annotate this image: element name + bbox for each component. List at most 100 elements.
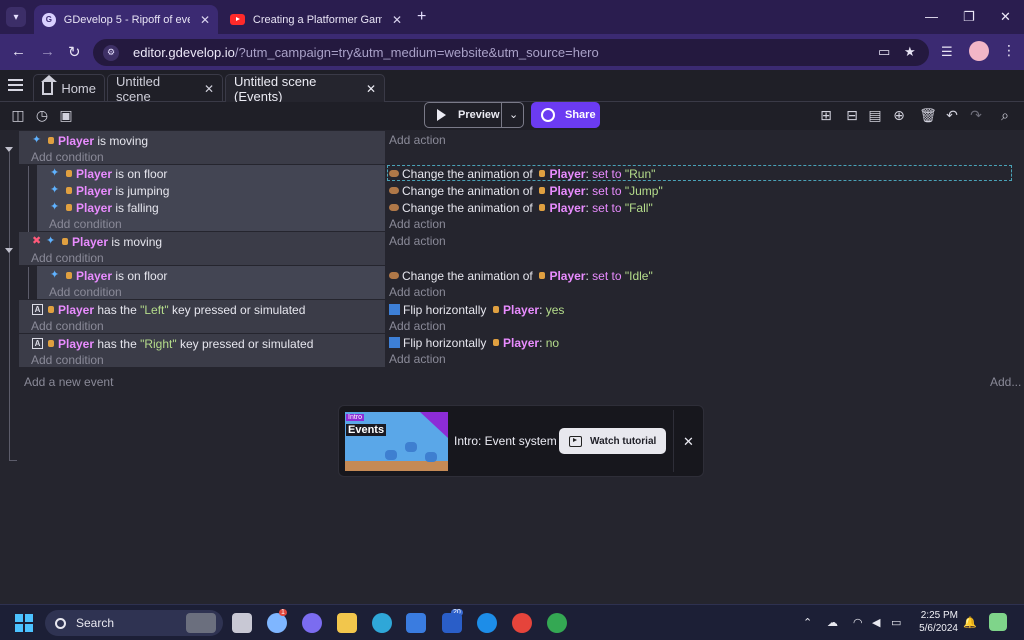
tab-untitled-scene-events[interactable]: Untitled scene (Events) ✕ <box>225 74 385 104</box>
history-icon[interactable]: ◷ <box>34 107 50 123</box>
gdevelop-favicon-icon: G <box>42 12 56 27</box>
windows-start-icon[interactable] <box>15 614 33 632</box>
close-icon[interactable]: ✕ <box>683 434 694 450</box>
copilot-icon[interactable] <box>989 613 1007 631</box>
add-more-button[interactable]: Add... <box>990 373 1021 390</box>
chrome-icon[interactable] <box>512 613 532 633</box>
condition-right-key-pressed[interactable]: A Player has the "Right" key pressed or … <box>32 335 313 352</box>
forward-arrow-icon[interactable]: → <box>40 43 55 60</box>
condition-left-key-pressed[interactable]: A Player has the "Left" key pressed or s… <box>32 301 305 318</box>
profile-avatar[interactable] <box>969 41 989 61</box>
add-action-link[interactable]: Add action <box>389 215 446 232</box>
weather-icon[interactable] <box>267 613 287 633</box>
add-action-link[interactable]: Add action <box>389 317 446 334</box>
add-new-event-link[interactable]: Add a new event <box>24 373 113 390</box>
notification-bell-icon[interactable]: 🔔 <box>963 616 977 629</box>
condition-player-on-floor[interactable]: ✦ Player is on floor <box>50 267 167 284</box>
player-sprite-icon <box>539 272 546 279</box>
flip-icon <box>389 337 400 348</box>
alexa-icon[interactable] <box>477 613 497 633</box>
condition-player-is-moving[interactable]: ✦ Player is moving <box>32 132 148 149</box>
calendar-app-icon[interactable] <box>442 613 462 633</box>
add-condition-link[interactable]: Add condition <box>31 351 104 368</box>
delete-icon[interactable]: 🗑 <box>919 107 937 123</box>
redo-icon[interactable]: ↷ <box>968 107 984 123</box>
action-flip-yes[interactable]: Flip horizontally Player: yes <box>389 301 564 318</box>
browser-tab-strip: ▾ G GDevelop 5 - Ripoff of every ga ✕ Cr… <box>0 0 1024 34</box>
battery-icon[interactable]: ▭ <box>891 616 901 629</box>
collapse-arrow-icon[interactable] <box>5 248 13 253</box>
chevron-down-icon[interactable]: ⌄ <box>509 108 518 121</box>
animation-icon <box>389 272 399 279</box>
wifi-icon[interactable]: ◠ <box>853 616 863 629</box>
chat-icon[interactable] <box>302 613 322 633</box>
share-button[interactable]: Share <box>531 102 600 128</box>
watch-tutorial-button[interactable]: Watch tutorial <box>559 428 666 454</box>
minimize-icon[interactable]: — <box>925 9 938 24</box>
add-action-link[interactable]: Add action <box>389 283 446 300</box>
add-condition-link[interactable]: Add condition <box>31 249 104 266</box>
action-animation-run[interactable]: Change the animation of Player: set to "… <box>389 165 655 182</box>
close-icon[interactable]: ✕ <box>1000 9 1011 25</box>
action-animation-idle[interactable]: Change the animation of Player: set to "… <box>389 267 653 284</box>
save-icon[interactable]: ▣ <box>58 107 74 123</box>
new-tab-icon[interactable]: + <box>417 8 426 26</box>
condition-player-on-floor[interactable]: ✦ Player is on floor <box>50 165 167 182</box>
condition-player-not-moving[interactable]: ✖ ✦ Player is moving <box>32 233 162 250</box>
add-plus-icon[interactable]: ⊕ <box>891 107 907 123</box>
action-animation-jump[interactable]: Change the animation of Player: set to "… <box>389 182 663 199</box>
maximize-icon[interactable]: ❐ <box>963 9 975 25</box>
project-manager-icon[interactable]: ◫ <box>10 107 26 123</box>
platformer-behavior-icon: ✦ <box>50 184 60 196</box>
tray-overflow-icon[interactable]: ⌃ <box>803 616 812 629</box>
add-comment-icon[interactable]: ▤ <box>867 107 883 123</box>
back-arrow-icon[interactable]: ← <box>11 43 26 60</box>
task-view-icon[interactable] <box>232 613 252 633</box>
youtube-favicon-icon <box>230 14 245 25</box>
add-sub-event-icon[interactable]: ⊟ <box>844 107 860 123</box>
tutorial-toast: Intro Events Intro: Event system Watch t… <box>338 405 704 477</box>
add-event-icon[interactable]: ⊞ <box>818 107 834 123</box>
condition-player-falling[interactable]: ✦ Player is falling <box>50 199 159 216</box>
add-condition-link[interactable]: Add condition <box>31 317 104 334</box>
add-action-link[interactable]: Add action <box>389 350 446 367</box>
undo-icon[interactable]: ↶ <box>944 107 960 123</box>
chrome-profile-icon[interactable] <box>547 613 567 633</box>
volume-icon[interactable]: ◀ <box>872 616 880 629</box>
file-explorer-icon[interactable] <box>337 613 357 633</box>
taskbar-clock[interactable]: 2:25 PM 5/6/2024 <box>918 609 958 635</box>
close-tab-icon[interactable]: ✕ <box>204 82 214 96</box>
onedrive-icon[interactable]: ☁ <box>827 616 838 629</box>
cast-icon[interactable]: ▭ <box>878 44 890 60</box>
collapse-arrow-icon[interactable] <box>5 147 13 152</box>
preview-button[interactable]: Preview ⌄ <box>424 102 524 128</box>
reload-icon[interactable]: ↻ <box>68 43 81 61</box>
site-info-icon[interactable]: ⚙ <box>103 44 119 61</box>
tab-search-icon[interactable]: ▾ <box>6 7 26 27</box>
play-video-icon <box>569 435 582 447</box>
close-tab-icon[interactable]: ✕ <box>366 82 376 96</box>
kebab-menu-icon[interactable]: ⋮ <box>1002 42 1016 59</box>
action-flip-no[interactable]: Flip horizontally Player: no <box>389 334 559 351</box>
close-tab-icon[interactable]: ✕ <box>392 13 402 27</box>
browser-tab-youtube[interactable]: Creating a Platformer Game Wi ✕ <box>222 5 410 34</box>
store-icon[interactable] <box>406 613 426 633</box>
edge-icon[interactable] <box>372 613 392 633</box>
close-tab-icon[interactable]: ✕ <box>200 13 210 27</box>
tab-home[interactable]: Home <box>33 74 105 102</box>
address-bar[interactable]: ⚙ editor.gdevelop.io/?utm_campaign=try&u… <box>93 39 929 66</box>
search-icon[interactable]: ⌕ <box>997 107 1013 123</box>
browser-tab-gdevelop[interactable]: G GDevelop 5 - Ripoff of every ga ✕ <box>34 5 218 34</box>
add-action-link[interactable]: Add action <box>389 131 446 148</box>
add-condition-link[interactable]: Add condition <box>49 215 122 232</box>
reading-list-icon[interactable]: ☰ <box>941 44 953 60</box>
add-condition-link[interactable]: Add condition <box>31 148 104 165</box>
tab-untitled-scene[interactable]: Untitled scene ✕ <box>107 74 223 104</box>
action-animation-fall[interactable]: Change the animation of Player: set to "… <box>389 199 653 216</box>
add-action-link[interactable]: Add action <box>389 232 446 249</box>
add-condition-link[interactable]: Add condition <box>49 283 122 300</box>
windows-taskbar: Search 1 20 ⌃ ☁ ◠ ◀ ▭ 2:25 PM 5/6/2024 🔔 <box>0 604 1024 640</box>
bookmark-star-icon[interactable]: ★ <box>904 44 916 60</box>
hamburger-menu-icon[interactable] <box>8 79 23 91</box>
condition-player-jumping[interactable]: ✦ Player is jumping <box>50 182 169 199</box>
